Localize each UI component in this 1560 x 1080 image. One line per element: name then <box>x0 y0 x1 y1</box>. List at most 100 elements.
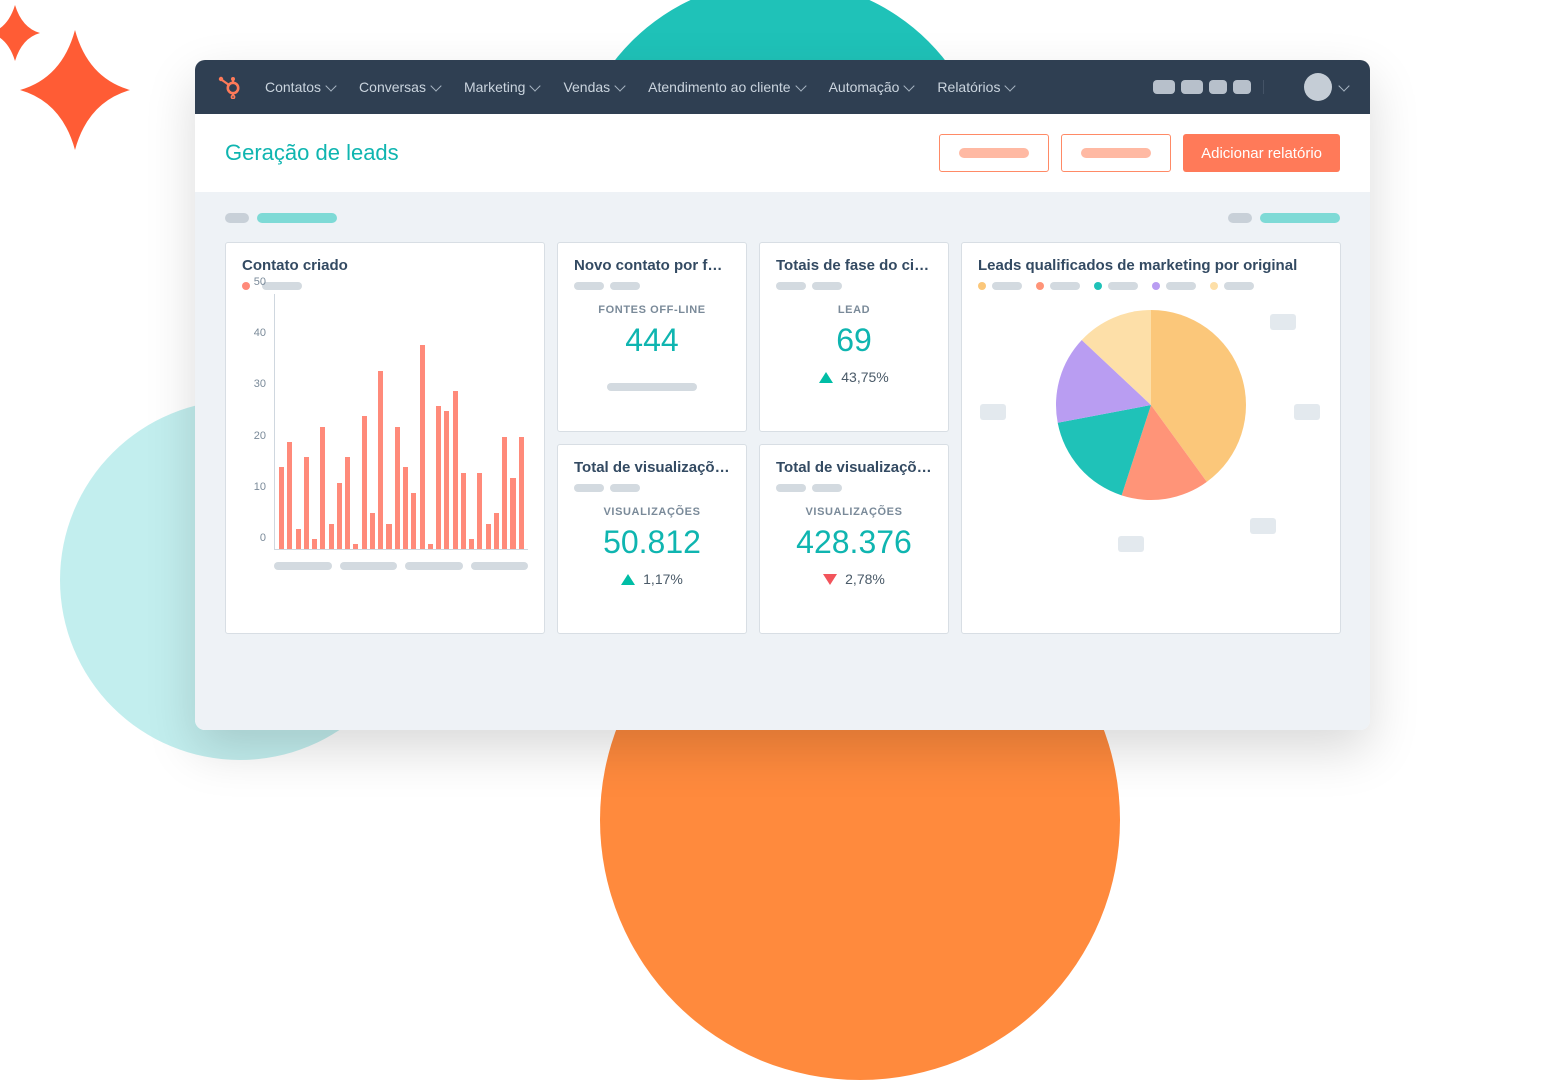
top-nav: Contatos Conversas Marketing Vendas Aten… <box>195 60 1370 114</box>
pie-chart <box>978 300 1324 560</box>
legend-item <box>1036 282 1080 290</box>
card-title: Contato criado <box>242 257 528 274</box>
placeholder <box>959 148 1029 158</box>
nav-atendimento[interactable]: Atendimento ao cliente <box>648 79 804 95</box>
filter-left[interactable] <box>225 210 337 228</box>
nav-utility-icons <box>1153 80 1264 94</box>
placeholder <box>1228 213 1252 223</box>
page-title[interactable]: Geração de leads <box>225 140 399 166</box>
bar <box>428 544 433 549</box>
trend-up-icon <box>621 574 635 585</box>
card-contato-criado[interactable]: Contato criado 01020304050 <box>225 242 545 634</box>
nav-label: Atendimento ao cliente <box>648 79 790 95</box>
header-ghost-button-1[interactable] <box>939 134 1049 172</box>
placeholder <box>225 213 249 223</box>
avatar-icon <box>1304 73 1332 101</box>
metric-label: VISUALIZAÇÕES <box>574 506 730 518</box>
metric-label: FONTES OFF-LINE <box>574 304 730 316</box>
legend-item <box>1152 282 1196 290</box>
button-label: Adicionar relatório <box>1201 145 1322 162</box>
legend-dot-icon <box>978 282 986 290</box>
placeholder <box>340 562 398 570</box>
chevron-down-icon <box>325 80 336 91</box>
pie-callout <box>1294 404 1320 420</box>
metric-delta: 43,75% <box>776 369 932 385</box>
bar-chart: 01020304050 <box>242 294 528 574</box>
nav-automacao[interactable]: Automação <box>829 79 914 95</box>
placeholder <box>274 562 332 570</box>
nav-label: Automação <box>829 79 900 95</box>
header-ghost-button-2[interactable] <box>1061 134 1171 172</box>
nav-contatos[interactable]: Contatos <box>265 79 335 95</box>
legend-dot-icon <box>242 282 250 290</box>
legend-dot-icon <box>1152 282 1160 290</box>
placeholder <box>1081 148 1151 158</box>
card-visualizacoes-total[interactable]: Total de visualizações do... VISUALIZAÇÕ… <box>557 444 747 634</box>
placeholder <box>1050 282 1080 290</box>
filters-row <box>225 210 1340 228</box>
bar <box>461 473 466 550</box>
sparkle-icon <box>0 0 160 170</box>
card-visualizacoes-lp[interactable]: Total de visualizações de LP VISUALIZAÇÕ… <box>759 444 949 634</box>
bar <box>329 524 334 550</box>
plot-area <box>274 294 528 550</box>
nav-marketing[interactable]: Marketing <box>464 79 539 95</box>
add-report-button[interactable]: Adicionar relatório <box>1183 134 1340 172</box>
nav-label: Vendas <box>563 79 610 95</box>
placeholder <box>471 562 529 570</box>
placeholder <box>1108 282 1138 290</box>
dashboard-grid: Contato criado 01020304050 <box>225 242 1340 634</box>
utility-icon-2[interactable] <box>1181 80 1203 94</box>
bar <box>378 371 383 550</box>
card-subtitle-placeholder <box>574 484 730 492</box>
bar <box>436 406 441 549</box>
y-axis: 01020304050 <box>242 294 270 550</box>
hubspot-logo-icon[interactable] <box>217 75 241 99</box>
nav-vendas[interactable]: Vendas <box>563 79 624 95</box>
card-novo-contato-fonte[interactable]: Novo contato por fonte FONTES OFF-LINE 4… <box>557 242 747 432</box>
card-mql[interactable]: Leads qualificados de marketing por orig… <box>961 242 1341 634</box>
legend-item <box>1210 282 1254 290</box>
app-window: Contatos Conversas Marketing Vendas Aten… <box>195 60 1370 730</box>
metric-delta: 2,78% <box>776 571 932 587</box>
nav-items: Contatos Conversas Marketing Vendas Aten… <box>265 79 1014 95</box>
filter-right[interactable] <box>1228 210 1340 228</box>
bar <box>444 411 449 549</box>
pie-svg <box>1046 300 1256 510</box>
metric-value: 50.812 <box>574 524 730 561</box>
chevron-down-icon <box>530 80 541 91</box>
bar <box>345 457 350 549</box>
nav-label: Relatórios <box>937 79 1000 95</box>
chevron-down-icon <box>1338 80 1349 91</box>
dashboard-body: Contato criado 01020304050 <box>195 192 1370 730</box>
nav-label: Contatos <box>265 79 321 95</box>
nav-relatorios[interactable]: Relatórios <box>937 79 1014 95</box>
bar <box>370 513 375 549</box>
placeholder <box>992 282 1022 290</box>
metric-value: 69 <box>776 322 932 359</box>
delta-value: 1,17% <box>643 571 683 587</box>
placeholder <box>405 562 463 570</box>
bar <box>353 544 358 549</box>
chart-legend <box>242 282 528 290</box>
bars <box>279 294 524 549</box>
bar <box>486 524 491 550</box>
utility-icon-4[interactable] <box>1233 80 1251 94</box>
utility-icon-3[interactable] <box>1209 80 1227 94</box>
utility-icon-1[interactable] <box>1153 80 1175 94</box>
chevron-down-icon <box>795 80 806 91</box>
bar <box>320 427 325 549</box>
bar <box>502 437 507 549</box>
placeholder <box>1166 282 1196 290</box>
bar <box>362 416 367 549</box>
card-subtitle-placeholder <box>776 282 932 290</box>
account-menu[interactable] <box>1288 73 1348 101</box>
nav-conversas[interactable]: Conversas <box>359 79 440 95</box>
metric-label: VISUALIZAÇÕES <box>776 506 932 518</box>
bar <box>403 467 408 549</box>
chevron-down-icon <box>1005 80 1016 91</box>
pie-callout <box>980 404 1006 420</box>
bar <box>386 524 391 550</box>
card-ciclo-fase[interactable]: Totais de fase do ciclo de... LEAD 69 43… <box>759 242 949 432</box>
chevron-down-icon <box>614 80 625 91</box>
